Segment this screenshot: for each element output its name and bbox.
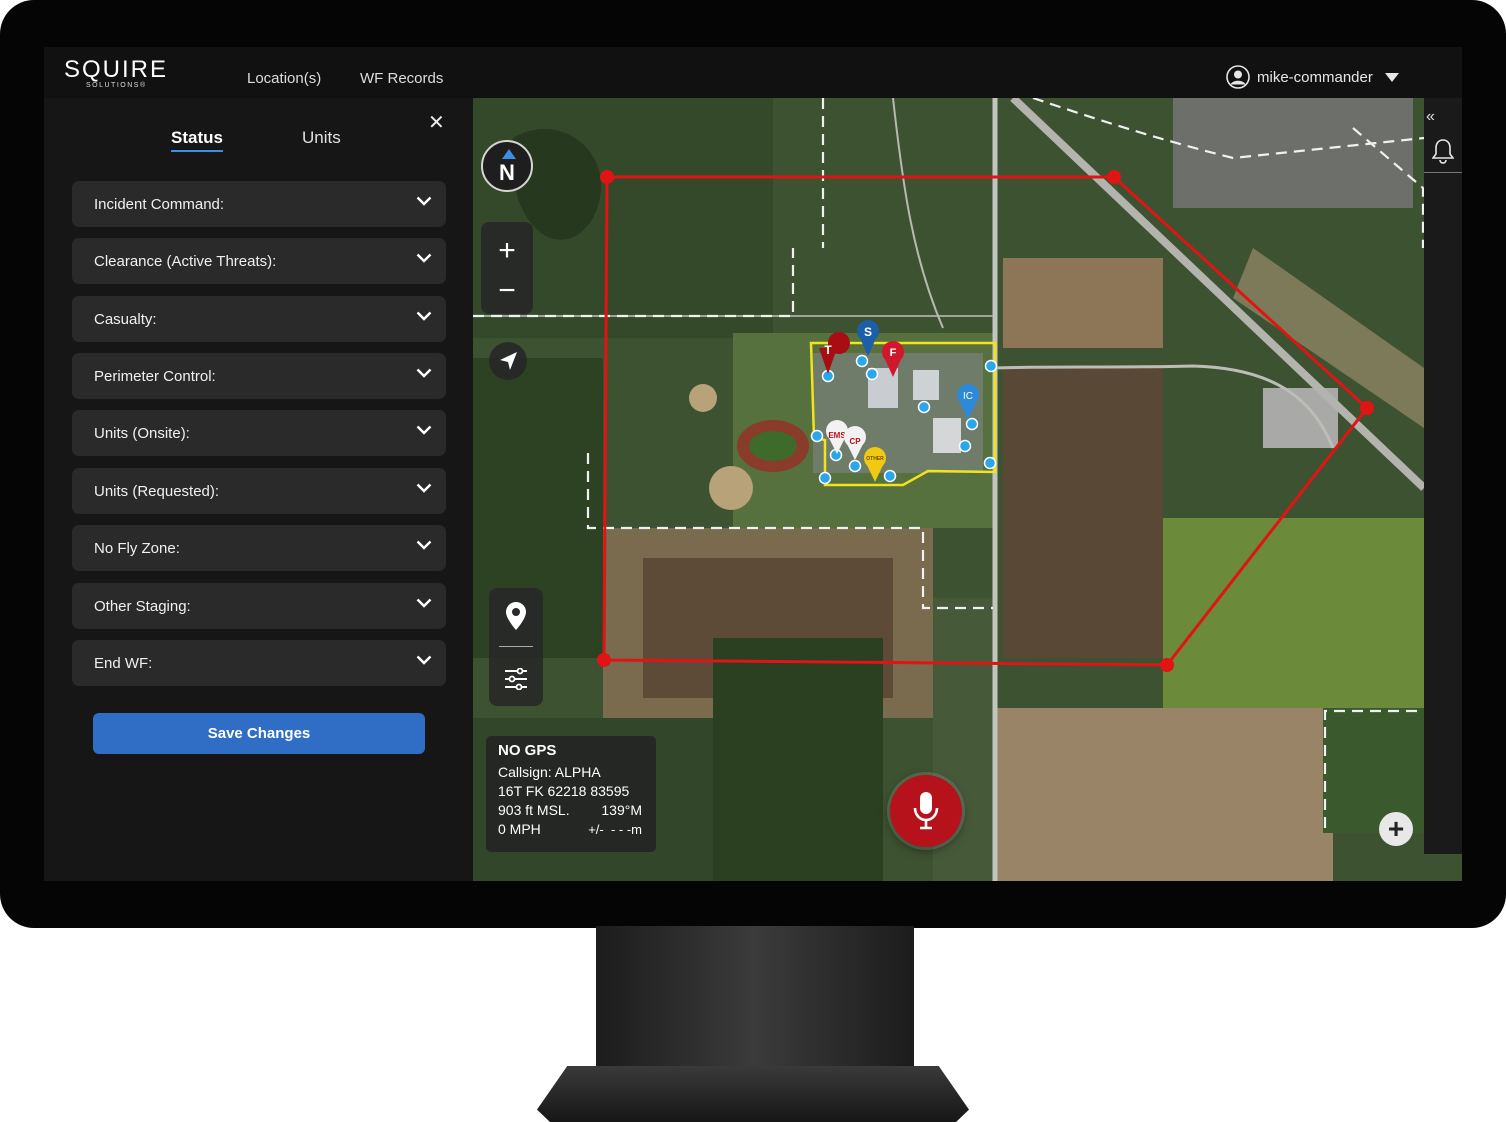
zoom-in-icon[interactable]: + xyxy=(481,236,533,266)
app-screen: SQUIRE SOLUTIONS® Location(s) WF Records… xyxy=(44,47,1462,881)
section-no-fly-zone[interactable]: No Fly Zone: xyxy=(72,525,446,571)
save-changes-button[interactable]: Save Changes xyxy=(93,713,425,754)
zoom-out-icon[interactable]: − xyxy=(481,276,533,306)
user-menu[interactable]: mike-commander xyxy=(1226,64,1406,90)
close-icon[interactable]: ✕ xyxy=(428,110,445,135)
gps-speed: 0 MPH xyxy=(498,821,541,837)
nav-locations[interactable]: Location(s) xyxy=(247,70,321,87)
section-label: Units (Requested): xyxy=(94,483,220,500)
section-incident-command[interactable]: Incident Command: xyxy=(72,181,446,227)
gps-accuracy: +/- - - -m xyxy=(588,822,642,837)
chevron-down-icon xyxy=(416,368,432,378)
tab-status[interactable]: Status xyxy=(171,128,223,152)
tab-status-label: Status xyxy=(171,128,223,147)
section-label: Other Staging: xyxy=(94,598,191,615)
logo-subtext: SOLUTIONS® xyxy=(86,82,147,89)
section-end-wf[interactable]: End WF: xyxy=(72,640,446,686)
marker-s-label: S xyxy=(864,325,872,339)
section-label: Clearance (Active Threats): xyxy=(94,253,277,270)
chevron-down-icon xyxy=(416,540,432,550)
user-icon xyxy=(1226,65,1250,89)
section-label: End WF: xyxy=(94,655,153,672)
chevron-down-icon xyxy=(416,253,432,263)
gps-heading: 139°M xyxy=(601,802,642,818)
section-casualty[interactable]: Casualty: xyxy=(72,296,446,342)
section-label: Incident Command: xyxy=(94,196,225,213)
right-sidebar: « xyxy=(1424,98,1462,854)
chevron-down-icon xyxy=(416,598,432,608)
map-view[interactable]: T S F IC EMS CP OTHER N + − NO GPS Calls… xyxy=(473,98,1462,881)
section-label: No Fly Zone: xyxy=(94,540,180,557)
marker-cp-label: CP xyxy=(849,437,861,446)
chevron-down-icon xyxy=(416,425,432,435)
section-label: Perimeter Control: xyxy=(94,368,216,385)
gps-callsign: Callsign: ALPHA xyxy=(498,764,601,780)
gps-info-panel: NO GPS Callsign: ALPHA 16T FK 62218 8359… xyxy=(486,736,656,852)
compass-label: N xyxy=(499,160,515,185)
section-clearance[interactable]: Clearance (Active Threats): xyxy=(72,238,446,284)
microphone-button[interactable] xyxy=(890,775,962,847)
top-bar: SQUIRE SOLUTIONS® Location(s) WF Records… xyxy=(44,47,1462,98)
gps-status: NO GPS xyxy=(498,742,557,759)
monitor-stand-neck xyxy=(596,926,914,1076)
double-chevron-left-icon[interactable]: « xyxy=(1426,108,1435,126)
brand-logo: SQUIRE SOLUTIONS® xyxy=(64,56,174,92)
svg-text:F: F xyxy=(890,347,897,359)
username: mike-commander xyxy=(1257,68,1373,86)
svg-text:T: T xyxy=(824,343,832,357)
navigation-arrow-icon xyxy=(500,352,517,370)
gps-altitude: 903 ft MSL. xyxy=(498,802,570,818)
section-units-onsite[interactable]: Units (Onsite): xyxy=(72,410,446,456)
monitor-stand-base xyxy=(537,1066,969,1122)
tab-units[interactable]: Units xyxy=(302,128,341,148)
microphone-icon xyxy=(913,792,939,830)
sidebar-divider xyxy=(1424,172,1462,173)
section-other-staging[interactable]: Other Staging: xyxy=(72,583,446,629)
bell-icon[interactable] xyxy=(1432,138,1454,164)
marker-ic-label: IC xyxy=(963,391,973,402)
active-tab-underline xyxy=(171,150,223,152)
caret-down-icon xyxy=(1384,72,1399,82)
map-pin-icon[interactable] xyxy=(506,602,526,632)
tab-units-label: Units xyxy=(302,128,341,147)
section-perimeter-control[interactable]: Perimeter Control: xyxy=(72,353,446,399)
marker-ems-label: EMS xyxy=(828,431,846,440)
plus-icon: + xyxy=(1387,813,1405,844)
sliders-icon[interactable] xyxy=(504,668,528,690)
compass-icon xyxy=(502,149,516,159)
tools-divider xyxy=(499,646,533,647)
chevron-down-icon xyxy=(416,483,432,493)
chevron-down-icon xyxy=(416,655,432,665)
zoom-control: + − xyxy=(481,222,533,314)
logo-text: SQUIRE xyxy=(64,56,169,83)
my-location-button[interactable] xyxy=(489,342,527,380)
gps-grid: 16T FK 62218 83595 xyxy=(498,783,630,799)
status-panel: Status Units ✕ Incident Command: Clearan… xyxy=(44,98,473,881)
chevron-down-icon xyxy=(416,311,432,321)
marker-other-label: OTHER xyxy=(866,456,884,462)
map-tools xyxy=(489,588,543,706)
section-label: Units (Onsite): xyxy=(94,425,190,442)
add-button[interactable]: + xyxy=(1379,812,1413,846)
compass-button[interactable]: N xyxy=(481,140,533,192)
section-label: Casualty: xyxy=(94,311,157,328)
nav-wf-records[interactable]: WF Records xyxy=(360,70,443,87)
chevron-down-icon xyxy=(416,196,432,206)
section-units-requested[interactable]: Units (Requested): xyxy=(72,468,446,514)
